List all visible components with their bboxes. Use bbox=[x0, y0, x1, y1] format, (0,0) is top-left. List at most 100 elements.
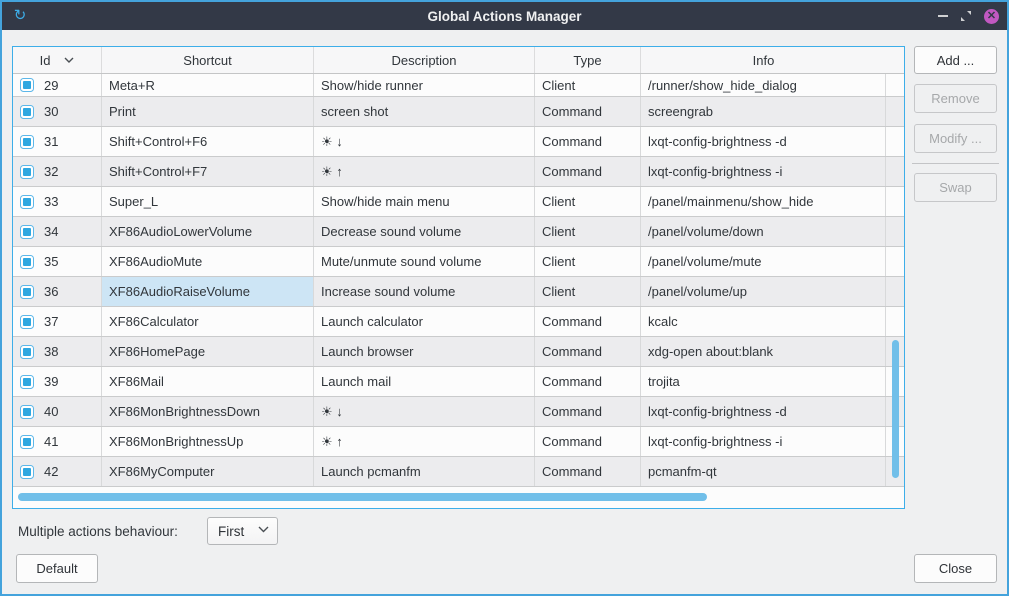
cell-info[interactable]: xdg-open about:blank bbox=[641, 337, 886, 366]
cell-shortcut[interactable]: Super_L bbox=[102, 187, 314, 216]
cell-info[interactable]: /panel/mainmenu/show_hide bbox=[641, 187, 886, 216]
column-header-description[interactable]: Description bbox=[314, 47, 535, 73]
cell-info[interactable]: lxqt-config-brightness -d bbox=[641, 397, 886, 426]
row-checkbox[interactable] bbox=[20, 255, 34, 269]
default-button[interactable]: Default bbox=[16, 554, 98, 583]
cell-info[interactable]: lxqt-config-brightness -i bbox=[641, 157, 886, 186]
cell-shortcut[interactable]: XF86Calculator bbox=[102, 307, 314, 336]
table-row[interactable]: 31Shift+Control+F6☀ ↓Commandlxqt-config-… bbox=[13, 127, 904, 157]
row-checkbox[interactable] bbox=[20, 195, 34, 209]
cell-description[interactable]: screen shot bbox=[314, 97, 535, 126]
table-row[interactable]: 32Shift+Control+F7☀ ↑Commandlxqt-config-… bbox=[13, 157, 904, 187]
restore-icon[interactable] bbox=[960, 10, 972, 22]
row-checkbox[interactable] bbox=[20, 165, 34, 179]
cell-shortcut[interactable]: Shift+Control+F6 bbox=[102, 127, 314, 156]
cell-type[interactable]: Client bbox=[535, 247, 641, 276]
table-row[interactable]: 38XF86HomePageLaunch browserCommandxdg-o… bbox=[13, 337, 904, 367]
table-row[interactable]: 37XF86CalculatorLaunch calculatorCommand… bbox=[13, 307, 904, 337]
add-button[interactable]: Add ... bbox=[914, 46, 997, 74]
cell-description[interactable]: Show/hide main menu bbox=[314, 187, 535, 216]
cell-type[interactable]: Command bbox=[535, 397, 641, 426]
table-row[interactable]: 34XF86AudioLowerVolumeDecrease sound vol… bbox=[13, 217, 904, 247]
cell-shortcut[interactable]: Print bbox=[102, 97, 314, 126]
vertical-scrollbar[interactable] bbox=[892, 340, 899, 478]
row-checkbox[interactable] bbox=[20, 225, 34, 239]
cell-info[interactable]: lxqt-config-brightness -i bbox=[641, 427, 886, 456]
column-header-info[interactable]: Info bbox=[641, 47, 886, 73]
modify-button[interactable]: Modify ... bbox=[914, 124, 997, 153]
row-checkbox[interactable] bbox=[20, 465, 34, 479]
table-row[interactable]: 30Printscreen shotCommandscreengrab bbox=[13, 97, 904, 127]
cell-type[interactable]: Command bbox=[535, 97, 641, 126]
cell-description[interactable]: Launch calculator bbox=[314, 307, 535, 336]
remove-button[interactable]: Remove bbox=[914, 84, 997, 113]
cell-type[interactable]: Command bbox=[535, 367, 641, 396]
cell-type[interactable]: Command bbox=[535, 307, 641, 336]
cell-type[interactable]: Command bbox=[535, 457, 641, 486]
cell-type[interactable]: Command bbox=[535, 337, 641, 366]
cell-description[interactable]: ☀ ↑ bbox=[314, 427, 535, 456]
cell-type[interactable]: Command bbox=[535, 127, 641, 156]
minimize-icon[interactable] bbox=[938, 15, 948, 17]
cell-shortcut[interactable]: XF86MonBrightnessDown bbox=[102, 397, 314, 426]
table-row[interactable]: 29Meta+RShow/hide runnerClient/runner/sh… bbox=[13, 74, 904, 97]
cell-info[interactable]: pcmanfm-qt bbox=[641, 457, 886, 486]
swap-button[interactable]: Swap bbox=[914, 173, 997, 202]
table-row[interactable]: 39XF86MailLaunch mailCommandtrojita bbox=[13, 367, 904, 397]
horizontal-scrollbar[interactable] bbox=[18, 493, 707, 501]
cell-info[interactable]: /panel/volume/mute bbox=[641, 247, 886, 276]
row-checkbox[interactable] bbox=[20, 285, 34, 299]
cell-info[interactable]: lxqt-config-brightness -d bbox=[641, 127, 886, 156]
cell-description[interactable]: ☀ ↑ bbox=[314, 157, 535, 186]
cell-info[interactable]: /panel/volume/up bbox=[641, 277, 886, 306]
cell-shortcut[interactable]: XF86AudioMute bbox=[102, 247, 314, 276]
cell-type[interactable]: Command bbox=[535, 157, 641, 186]
row-checkbox[interactable] bbox=[20, 315, 34, 329]
table-row[interactable]: 41XF86MonBrightnessUp☀ ↑Commandlxqt-conf… bbox=[13, 427, 904, 457]
cell-type[interactable]: Command bbox=[535, 427, 641, 456]
cell-type[interactable]: Client bbox=[535, 217, 641, 246]
cell-shortcut[interactable]: XF86MyComputer bbox=[102, 457, 314, 486]
table-row[interactable]: 33Super_LShow/hide main menuClient/panel… bbox=[13, 187, 904, 217]
cell-info[interactable]: /runner/show_hide_dialog bbox=[641, 74, 886, 96]
row-checkbox[interactable] bbox=[20, 405, 34, 419]
row-checkbox[interactable] bbox=[20, 435, 34, 449]
cell-description[interactable]: Increase sound volume bbox=[314, 277, 535, 306]
row-checkbox[interactable] bbox=[20, 375, 34, 389]
cell-type[interactable]: Client bbox=[535, 277, 641, 306]
table-row[interactable]: 40XF86MonBrightnessDown☀ ↓Commandlxqt-co… bbox=[13, 397, 904, 427]
table-row[interactable]: 35XF86AudioMuteMute/unmute sound volumeC… bbox=[13, 247, 904, 277]
table-row[interactable]: 42XF86MyComputerLaunch pcmanfmCommandpcm… bbox=[13, 457, 904, 487]
close-button[interactable]: Close bbox=[914, 554, 997, 583]
cell-shortcut[interactable]: Shift+Control+F7 bbox=[102, 157, 314, 186]
cell-type[interactable]: Client bbox=[535, 74, 641, 96]
cell-description[interactable]: ☀ ↓ bbox=[314, 397, 535, 426]
cell-shortcut[interactable]: XF86HomePage bbox=[102, 337, 314, 366]
cell-description[interactable]: Launch browser bbox=[314, 337, 535, 366]
cell-description[interactable]: ☀ ↓ bbox=[314, 127, 535, 156]
row-checkbox[interactable] bbox=[20, 105, 34, 119]
cell-description[interactable]: Launch pcmanfm bbox=[314, 457, 535, 486]
cell-shortcut[interactable]: XF86AudioRaiseVolume bbox=[102, 277, 314, 306]
cell-info[interactable]: kcalc bbox=[641, 307, 886, 336]
cell-info[interactable]: /panel/volume/down bbox=[641, 217, 886, 246]
cell-description[interactable]: Mute/unmute sound volume bbox=[314, 247, 535, 276]
cell-info[interactable]: screengrab bbox=[641, 97, 886, 126]
column-header-type[interactable]: Type bbox=[535, 47, 641, 73]
row-checkbox[interactable] bbox=[20, 135, 34, 149]
cell-description[interactable]: Show/hide runner bbox=[314, 74, 535, 96]
cell-description[interactable]: Launch mail bbox=[314, 367, 535, 396]
cell-shortcut[interactable]: XF86Mail bbox=[102, 367, 314, 396]
cell-shortcut[interactable]: Meta+R bbox=[102, 74, 314, 96]
close-icon[interactable]: ✕ bbox=[984, 9, 999, 24]
cell-type[interactable]: Client bbox=[535, 187, 641, 216]
row-checkbox[interactable] bbox=[20, 78, 34, 92]
cell-description[interactable]: Decrease sound volume bbox=[314, 217, 535, 246]
cell-shortcut[interactable]: XF86MonBrightnessUp bbox=[102, 427, 314, 456]
cell-shortcut[interactable]: XF86AudioLowerVolume bbox=[102, 217, 314, 246]
behaviour-select[interactable]: First bbox=[207, 517, 278, 545]
titlebar[interactable]: ↻ Global Actions Manager ✕ bbox=[2, 2, 1007, 30]
row-checkbox[interactable] bbox=[20, 345, 34, 359]
column-header-id[interactable]: Id bbox=[13, 47, 102, 73]
column-header-shortcut[interactable]: Shortcut bbox=[102, 47, 314, 73]
